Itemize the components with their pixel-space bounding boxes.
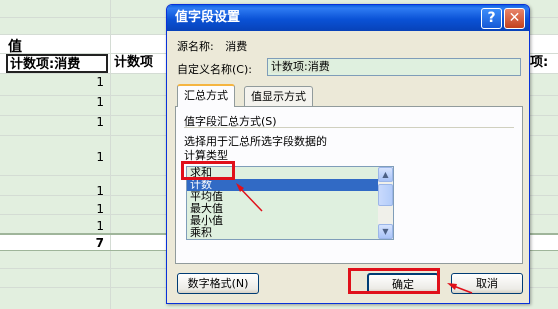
- column-header-count[interactable]: 计数项: [112, 54, 155, 73]
- data-cell[interactable]: 1: [0, 219, 104, 233]
- list-item-product[interactable]: 乘积: [187, 227, 393, 239]
- highlight-box-ok: [348, 268, 440, 294]
- data-cell[interactable]: 1: [0, 115, 104, 129]
- close-icon[interactable]: ✕: [504, 8, 525, 29]
- scroll-thumb[interactable]: [378, 184, 393, 206]
- tab-summarize-by[interactable]: 汇总方式: [177, 84, 235, 107]
- custom-name-value: 计数项:消费: [271, 60, 330, 73]
- help-icon[interactable]: ?: [481, 8, 502, 29]
- column-header-partial[interactable]: 项:: [528, 54, 550, 73]
- list-item-min[interactable]: 最小值: [187, 215, 393, 227]
- source-name-value: 消费: [225, 40, 248, 53]
- highlight-box-sum: [181, 161, 235, 180]
- dialog-title-bar[interactable]: 值字段设置 ? ✕: [167, 5, 529, 31]
- scroll-up-icon[interactable]: ▲: [378, 167, 393, 182]
- data-cell[interactable]: 1: [0, 150, 104, 164]
- custom-name-label: 自定义名称(C):: [177, 63, 252, 76]
- custom-name-input[interactable]: 计数项:消费: [267, 58, 521, 76]
- data-cell[interactable]: 1: [0, 95, 104, 109]
- cancel-button[interactable]: 取消: [451, 273, 523, 294]
- scroll-down-icon[interactable]: ▼: [378, 224, 393, 239]
- value-field-settings-dialog: 值字段设置 ? ✕ 源名称: 消费 自定义名称(C): 计数项:消费 汇总方式 …: [166, 4, 530, 304]
- source-name-label: 源名称:: [177, 40, 214, 53]
- value-header: 值: [8, 39, 22, 55]
- data-cell[interactable]: 1: [0, 202, 104, 216]
- list-scrollbar[interactable]: ▲ ▼: [378, 167, 393, 239]
- dialog-title: 值字段设置: [175, 10, 241, 25]
- column-header-count-consume[interactable]: 计数项:消费: [6, 54, 108, 73]
- data-cell[interactable]: 1: [0, 184, 104, 198]
- data-cell[interactable]: 1: [0, 75, 104, 89]
- number-format-button[interactable]: 数字格式(N): [177, 273, 259, 294]
- total-cell[interactable]: 7: [0, 236, 104, 250]
- tab-show-values-as[interactable]: 值显示方式: [244, 86, 313, 106]
- group-divider: [184, 127, 514, 128]
- summarize-tab-panel: 值字段汇总方式(S) 选择用于汇总所选字段数据的 计算类型 求和 计数 平均值 …: [175, 106, 523, 264]
